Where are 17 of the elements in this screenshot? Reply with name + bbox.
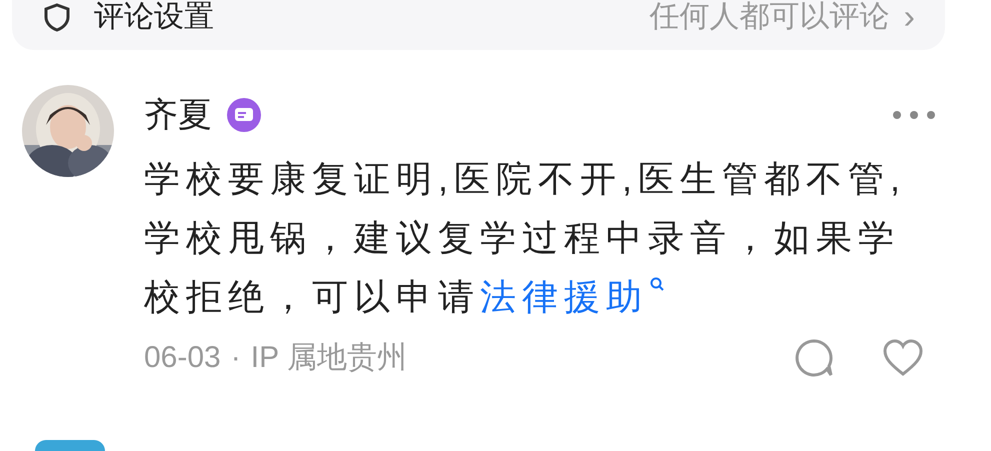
more-icon[interactable]: [892, 110, 936, 120]
chevron-icon: ›: [904, 0, 915, 34]
search-icon: [650, 277, 664, 291]
separator: ·: [230, 340, 241, 376]
settings-label: 评论设置: [94, 0, 214, 34]
next-avatar: [35, 440, 105, 451]
author-name[interactable]: 齐夏: [144, 95, 212, 135]
settings-value: 任何人都可以评论: [650, 0, 890, 34]
comment-text: 学校要康复证明,医院不开,医生管都不管,学校甩锅，建议复学过程中录音，如果学校拒绝，可以申请 法律援助: [144, 157, 908, 319]
comment-badge-icon: [226, 97, 262, 133]
shield-icon: [42, 2, 72, 32]
legal-aid-link[interactable]: 法律援助: [480, 276, 648, 317]
ip-location: IP 属地贵州: [250, 340, 407, 376]
heart-icon[interactable]: [882, 339, 924, 377]
comment-date: 06-03: [144, 340, 221, 376]
comment-icon[interactable]: [794, 338, 834, 378]
settings-row[interactable]: 评论设置 任何人都可以评论 ›: [12, 0, 945, 50]
